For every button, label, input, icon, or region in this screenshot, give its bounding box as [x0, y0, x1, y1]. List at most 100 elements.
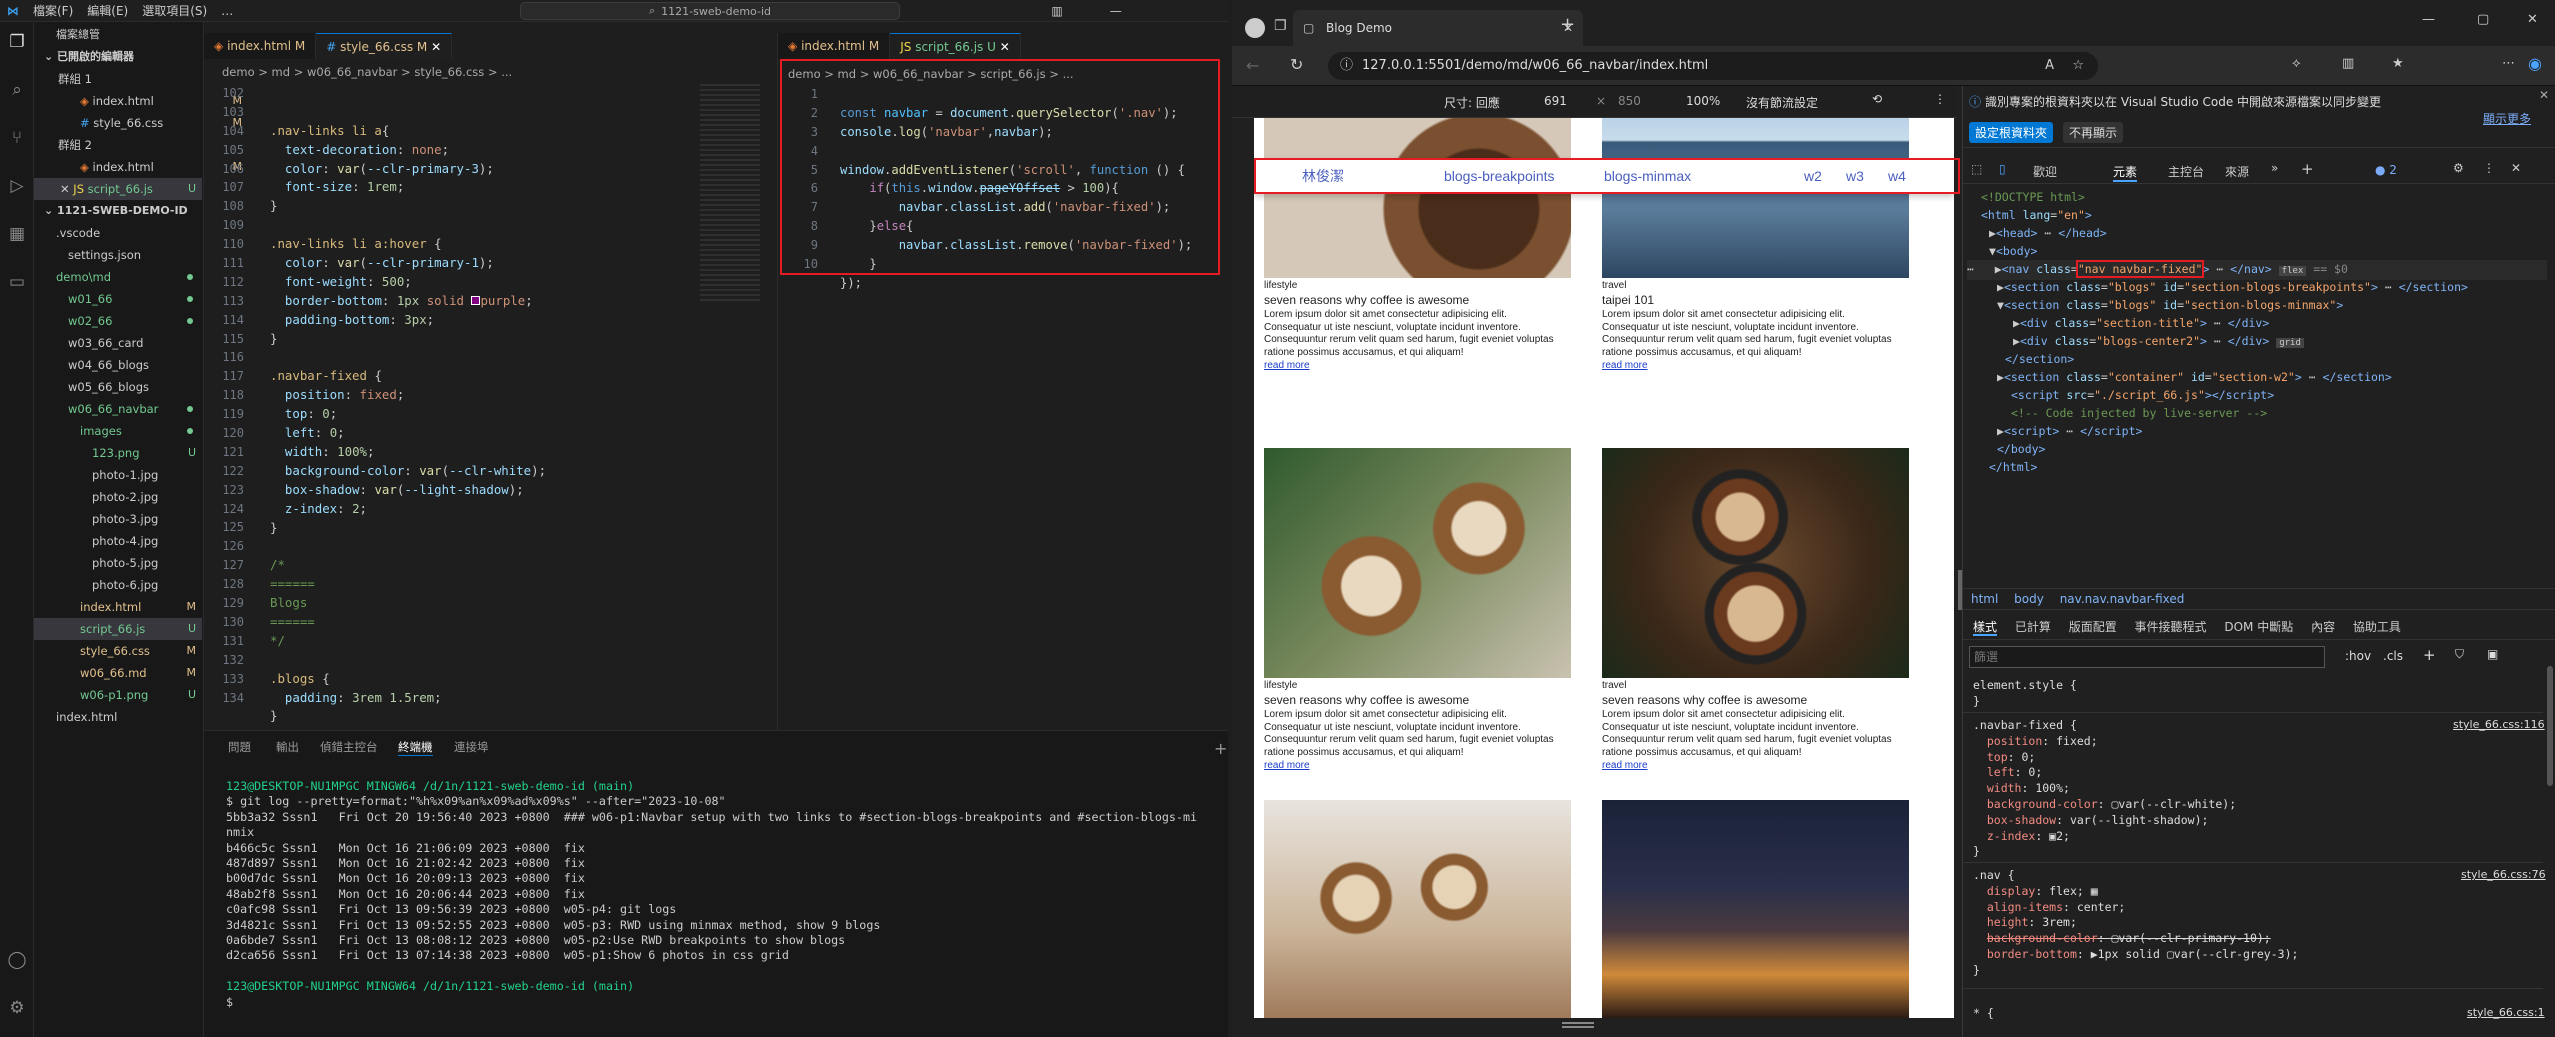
- rule-source-link[interactable]: style_66.css:1: [2467, 1006, 2545, 1019]
- file-tree-item[interactable]: w06_66.md M: [34, 662, 202, 684]
- extensions-icon[interactable]: ▦: [5, 222, 29, 246]
- element-style-rule[interactable]: element.style { }: [1973, 678, 2077, 710]
- tab-ports[interactable]: 連接埠: [454, 739, 489, 755]
- refresh-icon[interactable]: ↻: [1290, 55, 1303, 74]
- hov-toggle[interactable]: :hov: [2345, 649, 2371, 663]
- project-header[interactable]: ⌄ 1121-SWEB-DEMO-ID: [44, 200, 212, 222]
- file-tree-item[interactable]: photo-3.jpg: [34, 508, 202, 530]
- close-window-icon[interactable]: ✕: [2527, 12, 2538, 27]
- settings-gear-icon[interactable]: ⚙: [2453, 161, 2464, 175]
- styles-scrollbar[interactable]: [2547, 666, 2553, 786]
- close-icon[interactable]: ✕: [2511, 161, 2521, 175]
- close-icon[interactable]: ✕: [60, 182, 70, 196]
- tab-event-listeners[interactable]: 事件接聽程式: [2135, 620, 2207, 634]
- file-tree-item[interactable]: settings.json: [34, 244, 202, 266]
- file-tree-item[interactable]: style_66.css M: [34, 640, 202, 662]
- open-editors-header[interactable]: ⌄ 已開啟的編輯器: [44, 46, 212, 68]
- file-tree-item[interactable]: .vscode: [34, 222, 202, 244]
- cls-toggle[interactable]: .cls: [2383, 649, 2403, 663]
- file-tree-item[interactable]: w03_66_card: [34, 332, 202, 354]
- editor-divider[interactable]: [777, 33, 778, 730]
- close-icon[interactable]: ✕: [2539, 88, 2549, 102]
- tab-index-html[interactable]: ◈ index.html M: [778, 33, 891, 59]
- read-more-link[interactable]: read more: [1264, 760, 1310, 771]
- tab-welcome[interactable]: 歡迎: [2033, 163, 2057, 180]
- extensions-icon[interactable]: ⟡: [2292, 56, 2301, 71]
- device-toggle-icon[interactable]: ▯: [1999, 162, 2006, 176]
- file-tree-item[interactable]: images: [34, 420, 202, 442]
- open-editor-item-active[interactable]: ✕ JS script_66.js U: [34, 178, 202, 200]
- address-bar[interactable]: ⓘ 127.0.0.1:5501/demo/md/w06_66_navbar/i…: [1328, 52, 2098, 80]
- explorer-icon[interactable]: ❐: [5, 30, 29, 54]
- layout-icon[interactable]: ▥: [1051, 4, 1062, 18]
- rotate-icon[interactable]: ⟲: [1872, 92, 1882, 106]
- breadcrumb[interactable]: demo > md > w06_66_navbar > script_66.js…: [788, 64, 1074, 84]
- tab-script-js[interactable]: JS script_66.js U ✕: [890, 33, 1021, 59]
- tab-properties[interactable]: 內容: [2311, 620, 2335, 634]
- file-tree-item[interactable]: 123.png U: [34, 442, 202, 464]
- account-icon[interactable]: ◯: [5, 948, 29, 972]
- tab-layout[interactable]: 版面配置: [2069, 620, 2117, 634]
- run-debug-icon[interactable]: ▷: [5, 174, 29, 198]
- styles-filter-input[interactable]: [1969, 646, 2325, 668]
- tab-problems[interactable]: 問題: [228, 739, 251, 755]
- file-tree-item[interactable]: script_66.js U: [34, 618, 202, 640]
- tab-actions-icon[interactable]: ❐: [1274, 18, 1287, 34]
- edge-copilot-icon[interactable]: ◉: [2528, 54, 2542, 73]
- tab-style-css[interactable]: # style_66.css M ✕: [316, 33, 453, 59]
- remote-explorer-icon[interactable]: ▭: [5, 270, 29, 294]
- browser-tab[interactable]: ▢ Blog Demo ✕: [1293, 10, 1583, 46]
- back-icon[interactable]: ←: [1246, 56, 1259, 75]
- crumb-html[interactable]: html: [1971, 592, 1998, 606]
- paint-icon[interactable]: ⛉: [2455, 647, 2464, 662]
- minimize-icon[interactable]: —: [2422, 12, 2435, 27]
- nav-rule[interactable]: .nav { display: flex; ▦ align-items: cen…: [1973, 868, 2298, 979]
- file-tree-item[interactable]: photo-5.jpg: [34, 552, 202, 574]
- width-input[interactable]: 691: [1544, 94, 1567, 108]
- new-rule-icon[interactable]: +: [2423, 646, 2436, 664]
- tab-debug-console[interactable]: 偵錯主控台: [320, 739, 378, 755]
- crumb-body[interactable]: body: [2014, 592, 2044, 606]
- favorite-icon[interactable]: ☆: [2072, 52, 2084, 80]
- file-tree-item[interactable]: w06_66_navbar: [34, 398, 202, 420]
- rule-source-link[interactable]: style_66.css:116: [2453, 718, 2545, 731]
- tab-terminal[interactable]: 終端機: [398, 739, 433, 756]
- dismiss-button[interactable]: 不再顯示: [2063, 122, 2124, 143]
- read-more-link[interactable]: read more: [1602, 360, 1648, 371]
- source-control-icon[interactable]: ⑂: [5, 126, 29, 150]
- settings-gear-icon[interactable]: ⚙: [5, 996, 29, 1020]
- favorites-icon[interactable]: ★: [2392, 56, 2404, 71]
- menu-more[interactable]: …: [221, 4, 233, 18]
- tab-computed[interactable]: 已計算: [2015, 620, 2051, 634]
- file-tree-item[interactable]: photo-2.jpg: [34, 486, 202, 508]
- menu-edit[interactable]: 編輯(E): [87, 2, 128, 19]
- read-aloud-icon[interactable]: A: [2045, 52, 2054, 80]
- more-icon[interactable]: ⋯: [2502, 56, 2515, 71]
- file-tree-item[interactable]: w06-p1.png U: [34, 684, 202, 706]
- height-input[interactable]: 850: [1618, 94, 1641, 108]
- page-viewport[interactable]: lifestyle seven reasons why coffee is aw…: [1254, 118, 1954, 1018]
- minimize-icon[interactable]: —: [1110, 4, 1122, 18]
- css-code[interactable]: .nav-links li a{ text-decoration: none; …: [270, 84, 546, 764]
- file-tree-item[interactable]: w02_66: [34, 310, 202, 332]
- more-options-icon[interactable]: ⋮: [2483, 161, 2495, 175]
- issues-badge[interactable]: ● 2: [2375, 163, 2397, 177]
- file-tree-item[interactable]: index.html M: [34, 596, 202, 618]
- command-center-search[interactable]: ⌕ 1121-sweb-demo-id: [520, 2, 900, 20]
- close-icon[interactable]: ✕: [1000, 40, 1010, 54]
- set-root-button[interactable]: 設定根資料夾: [1969, 122, 2054, 143]
- terminal-panel[interactable]: 問題 輸出 偵錯主控台 終端機 連接埠 + 123@DESKTOP-NU1MPG…: [204, 730, 1228, 1037]
- breadcrumb[interactable]: demo > md > w06_66_navbar > style_66.css…: [222, 62, 512, 82]
- crumb-nav[interactable]: nav.nav.navbar-fixed: [2060, 592, 2185, 606]
- search-icon[interactable]: ⌕: [5, 78, 29, 102]
- file-tree-item[interactable]: photo-4.jpg: [34, 530, 202, 552]
- viewport-resize-handle[interactable]: [1562, 1022, 1594, 1028]
- profile-avatar[interactable]: [1245, 18, 1265, 38]
- tab-index-html[interactable]: ◈ index.html M: [204, 33, 317, 59]
- inspect-icon[interactable]: ⬚: [1971, 162, 1982, 176]
- elements-tree[interactable]: <!DOCTYPE html> <html lang="en"> ▶<head>…: [1967, 188, 2553, 548]
- more-tabs-icon[interactable]: »: [2271, 161, 2278, 175]
- tab-console[interactable]: 主控台: [2168, 163, 2204, 180]
- new-tab-icon[interactable]: +: [1560, 14, 1575, 35]
- menu-file[interactable]: 檔案(F): [33, 2, 73, 19]
